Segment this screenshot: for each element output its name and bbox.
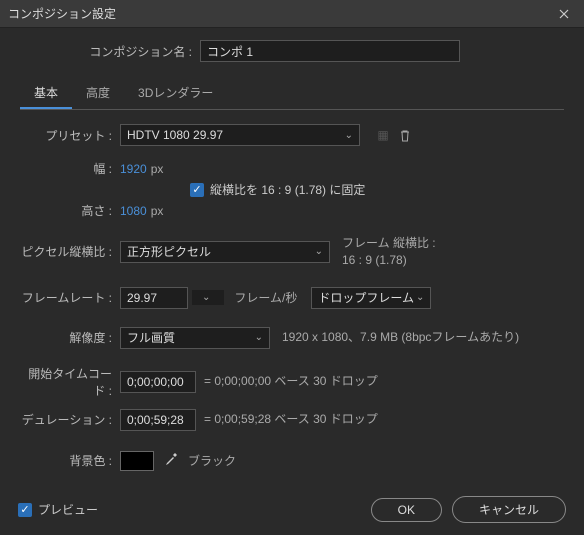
duration-input[interactable]	[120, 409, 196, 431]
duration-label: デュレーション :	[20, 411, 120, 428]
chevron-down-icon: ⌄	[255, 332, 263, 343]
tab-advanced[interactable]: 高度	[72, 78, 124, 109]
chevron-down-icon: ⌄	[315, 246, 323, 257]
window-title: コンポジション設定	[8, 5, 552, 22]
lock-aspect-checkbox[interactable]: ✓	[190, 183, 204, 197]
save-preset-icon[interactable]: ▦	[372, 124, 394, 146]
framerate-unit: フレーム/秒	[234, 289, 297, 306]
start-tc-info: = 0;00;00;00 ベース 30 ドロップ	[204, 373, 378, 390]
titlebar: コンポジション設定	[0, 0, 584, 28]
cancel-button[interactable]: キャンセル	[452, 496, 566, 523]
resolution-label: 解像度 :	[20, 329, 120, 346]
width-label: 幅 :	[20, 160, 120, 177]
pixel-aspect-value: 正方形ピクセル	[127, 243, 211, 260]
resolution-select[interactable]: フル画質 ⌄	[120, 327, 270, 349]
lock-aspect-label: 縦横比を 16 : 9 (1.78) に固定	[210, 181, 365, 198]
duration-info: = 0;00;59;28 ベース 30 ドロップ	[204, 411, 378, 428]
preset-label: プリセット :	[20, 127, 120, 144]
height-unit: px	[151, 204, 164, 218]
footer: ✓ プレビュー OK キャンセル	[18, 496, 566, 523]
preview-checkbox[interactable]: ✓	[18, 503, 32, 517]
resolution-info: 1920 x 1080、7.9 MB (8bpcフレームあたり)	[282, 329, 519, 346]
eyedropper-icon[interactable]	[164, 452, 178, 469]
tab-basic[interactable]: 基本	[20, 78, 72, 109]
framerate-caret[interactable]: ⌄	[192, 290, 224, 305]
ok-button[interactable]: OK	[371, 498, 442, 522]
bgcolor-swatch[interactable]	[120, 451, 154, 471]
chevron-down-icon: ⌄	[416, 292, 424, 303]
width-unit: px	[151, 162, 164, 176]
preset-value: HDTV 1080 29.97	[127, 128, 223, 142]
drop-value: ドロップフレーム	[318, 289, 414, 306]
framerate-input[interactable]: 29.97	[120, 287, 188, 309]
chevron-down-icon: ⌄	[345, 130, 353, 141]
start-tc-label: 開始タイムコード :	[20, 365, 120, 399]
drop-select[interactable]: ドロップフレーム ⌄	[311, 287, 431, 309]
resolution-value: フル画質	[127, 329, 175, 346]
close-icon[interactable]	[552, 4, 576, 24]
content: コンポジション名 : 基本 高度 3Dレンダラー プリセット : HDTV 10…	[0, 28, 584, 489]
tab-renderer[interactable]: 3Dレンダラー	[124, 78, 227, 109]
bgcolor-label: 背景色 :	[20, 452, 120, 469]
pixel-aspect-select[interactable]: 正方形ピクセル ⌄	[120, 241, 330, 263]
start-tc-input[interactable]	[120, 371, 196, 393]
frame-aspect-info: フレーム 縦横比 : 16 : 9 (1.78)	[342, 235, 436, 269]
comp-name-label: コンポジション名 :	[20, 43, 200, 60]
framerate-label: フレームレート :	[20, 289, 120, 306]
tab-bar: 基本 高度 3Dレンダラー	[20, 78, 564, 110]
preview-label: プレビュー	[38, 501, 98, 518]
preset-select[interactable]: HDTV 1080 29.97 ⌄	[120, 124, 360, 146]
width-value[interactable]: 1920	[120, 162, 147, 176]
comp-name-input[interactable]	[200, 40, 460, 62]
height-label: 高さ :	[20, 202, 120, 219]
trash-icon[interactable]	[394, 124, 416, 146]
pixel-aspect-label: ピクセル縦横比 :	[20, 243, 120, 260]
height-value[interactable]: 1080	[120, 204, 147, 218]
framerate-value: 29.97	[127, 291, 157, 305]
chevron-down-icon: ⌄	[202, 292, 210, 303]
bgcolor-name: ブラック	[188, 452, 236, 469]
